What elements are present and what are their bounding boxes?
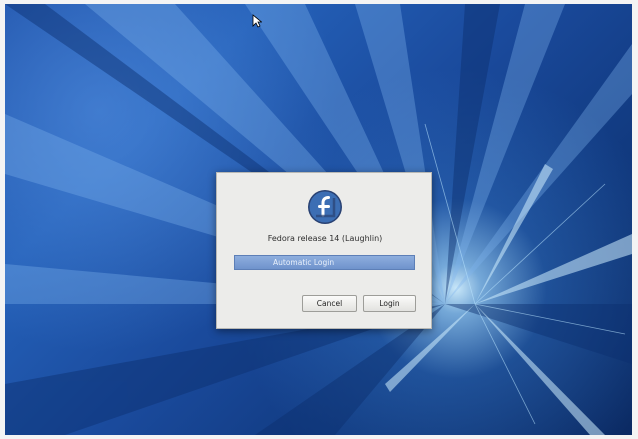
user-entry-label: Automatic Login (273, 258, 335, 267)
desktop-background: Fedora release 14 (Laughlin) Automatic L… (5, 4, 632, 435)
automatic-login-entry[interactable]: Automatic Login (234, 255, 415, 270)
login-button[interactable]: Login (363, 295, 416, 312)
release-label: Fedora release 14 (Laughlin) (267, 234, 383, 243)
fedora-logo-icon (308, 190, 342, 224)
login-dialog: Fedora release 14 (Laughlin) Automatic L… (216, 172, 432, 329)
mouse-pointer-icon (252, 14, 262, 28)
cancel-button[interactable]: Cancel (302, 295, 357, 312)
screenshot-frame: Fedora release 14 (Laughlin) Automatic L… (0, 0, 638, 439)
